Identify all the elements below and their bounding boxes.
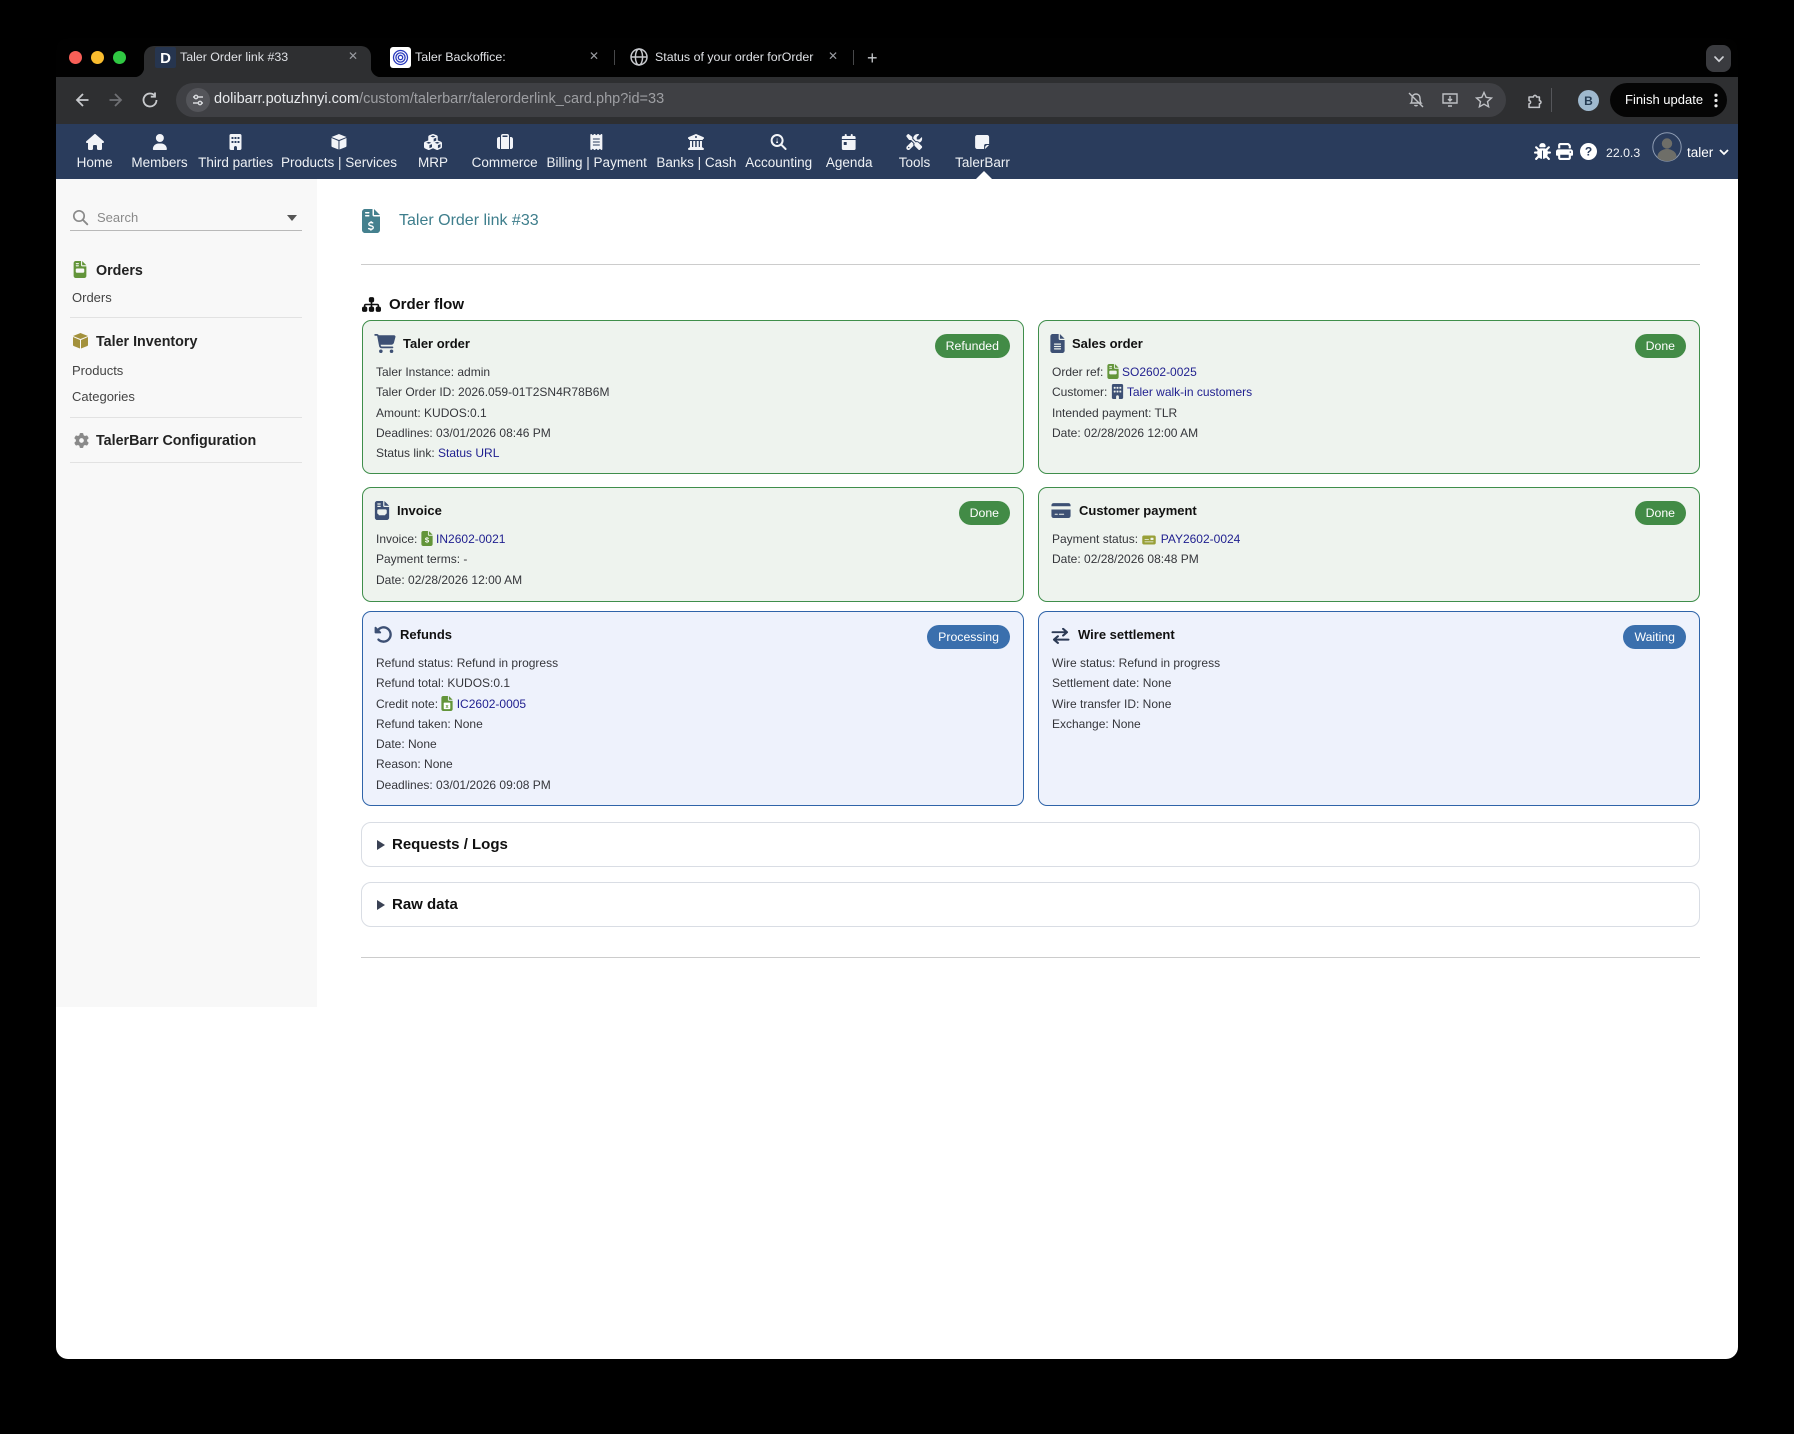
- svg-text:D: D: [160, 50, 171, 67]
- svg-text:?: ?: [1585, 145, 1592, 159]
- svg-text:B: B: [1584, 94, 1593, 108]
